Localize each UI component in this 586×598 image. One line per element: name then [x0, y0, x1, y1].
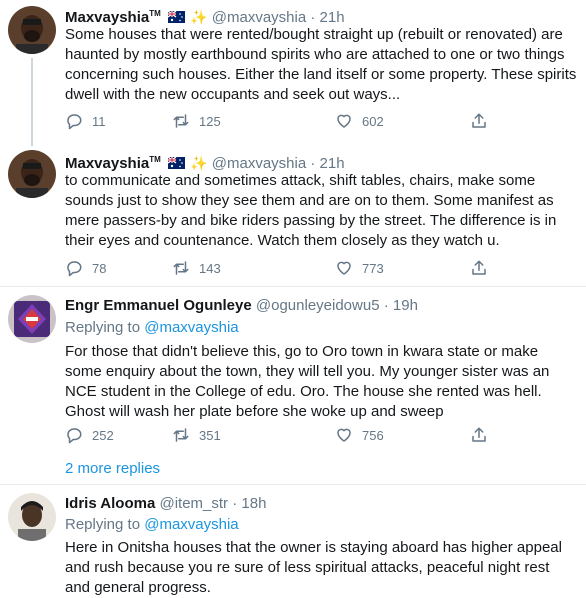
reply-count: 78	[92, 260, 107, 276]
replying-prefix: Replying to	[65, 319, 145, 336]
avatar-maxvayshia[interactable]	[8, 150, 56, 198]
share-icon	[472, 113, 486, 128]
handle[interactable]: @maxvayshia	[212, 155, 306, 172]
tweet-text: For those that didn't believe this, go t…	[65, 343, 550, 420]
thread-line	[31, 58, 33, 146]
australia-flag-icon	[167, 157, 185, 169]
reply-button[interactable]: 252	[65, 425, 114, 445]
retweet-button[interactable]: 143	[172, 258, 221, 278]
separator-dot: ·	[310, 155, 316, 172]
display-name[interactable]: Maxvayshia	[65, 9, 149, 26]
like-button[interactable]: 773	[335, 258, 384, 278]
retweet-icon	[173, 114, 189, 128]
reply-icon	[67, 114, 82, 130]
retweet-count: 143	[199, 260, 221, 276]
sparkles-icon: ✨	[190, 9, 208, 25]
heart-icon	[337, 261, 351, 275]
replying-to: Replying to @maxvayshia	[65, 515, 239, 535]
like-button[interactable]: 602	[335, 111, 384, 131]
separator-dot: ·	[383, 297, 389, 314]
share-button[interactable]	[470, 111, 488, 131]
tweet-header: Idris Alooma @item_str · 18h	[65, 494, 266, 514]
mention-link[interactable]: @maxvayshia	[144, 516, 238, 533]
share-button[interactable]	[470, 258, 488, 278]
retweet-icon	[173, 261, 189, 275]
like-button[interactable]: 756	[335, 425, 384, 445]
tweet-actions: 11 125 602	[65, 111, 505, 131]
mention-link[interactable]: @maxvayshia	[144, 319, 238, 336]
reply-button[interactable]: 78	[65, 258, 106, 278]
reply-count: 252	[92, 427, 114, 443]
tweet-actions: 252 351 756	[65, 425, 505, 445]
tweet-2[interactable]: MaxvayshiaTM ✨ @maxvayshia · 21h to comm…	[0, 146, 586, 286]
tweet-text: Some houses that were rented/bought stra…	[65, 26, 577, 103]
replying-to: Replying to @maxvayshia	[65, 318, 239, 338]
australia-flag-icon	[167, 11, 185, 23]
tweet-4[interactable]: Idris Alooma @item_str · 18h Replying to…	[0, 485, 586, 598]
separator-dot: ·	[310, 9, 316, 26]
tweet-3[interactable]: Engr Emmanuel Ogunleye @ogunleyeidowu5 ·…	[0, 287, 586, 457]
separator-dot: ·	[232, 495, 238, 512]
retweet-button[interactable]: 351	[172, 425, 221, 445]
reply-icon	[67, 261, 82, 277]
like-count: 602	[362, 113, 384, 129]
share-icon	[472, 260, 486, 275]
more-replies-link[interactable]: 2 more replies	[65, 459, 160, 479]
share-icon	[472, 427, 486, 442]
avatar-maxvayshia[interactable]	[8, 6, 56, 54]
heart-icon	[337, 428, 351, 442]
tweet-text: to communicate and sometimes attack, shi…	[65, 172, 557, 249]
reply-icon	[67, 428, 82, 444]
tm-mark: TM	[149, 9, 161, 18]
tweet-header: Engr Emmanuel Ogunleye @ogunleyeidowu5 ·…	[65, 296, 418, 316]
handle[interactable]: @item_str	[159, 495, 228, 512]
avatar-ogunleye[interactable]	[8, 295, 56, 343]
replying-prefix: Replying to	[65, 516, 145, 533]
display-name[interactable]: Maxvayshia	[65, 155, 149, 172]
display-name[interactable]: Idris Alooma	[65, 495, 155, 512]
tm-mark: TM	[149, 155, 161, 164]
timestamp[interactable]: 21h	[320, 9, 345, 26]
retweet-count: 125	[199, 113, 221, 129]
heart-icon	[337, 114, 351, 128]
handle[interactable]: @maxvayshia	[212, 9, 306, 26]
reply-count: 11	[92, 113, 106, 129]
reply-button[interactable]: 11	[65, 111, 106, 131]
display-name[interactable]: Engr Emmanuel Ogunleye	[65, 297, 252, 314]
retweet-button[interactable]: 125	[172, 111, 221, 131]
handle[interactable]: @ogunleyeidowu5	[256, 297, 380, 314]
timestamp[interactable]: 19h	[393, 297, 418, 314]
like-count: 773	[362, 260, 384, 276]
tweet-text: Here in Onitsha houses that the owner is…	[65, 539, 562, 596]
tweet-actions: 78 143 773	[65, 258, 505, 278]
timestamp[interactable]: 21h	[320, 155, 345, 172]
timestamp[interactable]: 18h	[241, 495, 266, 512]
avatar-idris-alooma[interactable]	[8, 493, 56, 541]
retweet-icon	[173, 428, 189, 442]
sparkles-icon: ✨	[190, 155, 208, 171]
retweet-count: 351	[199, 427, 221, 443]
like-count: 756	[362, 427, 384, 443]
tweet-1[interactable]: MaxvayshiaTM ✨ @maxvayshia · 21h Some ho…	[0, 0, 586, 146]
share-button[interactable]	[470, 425, 488, 445]
